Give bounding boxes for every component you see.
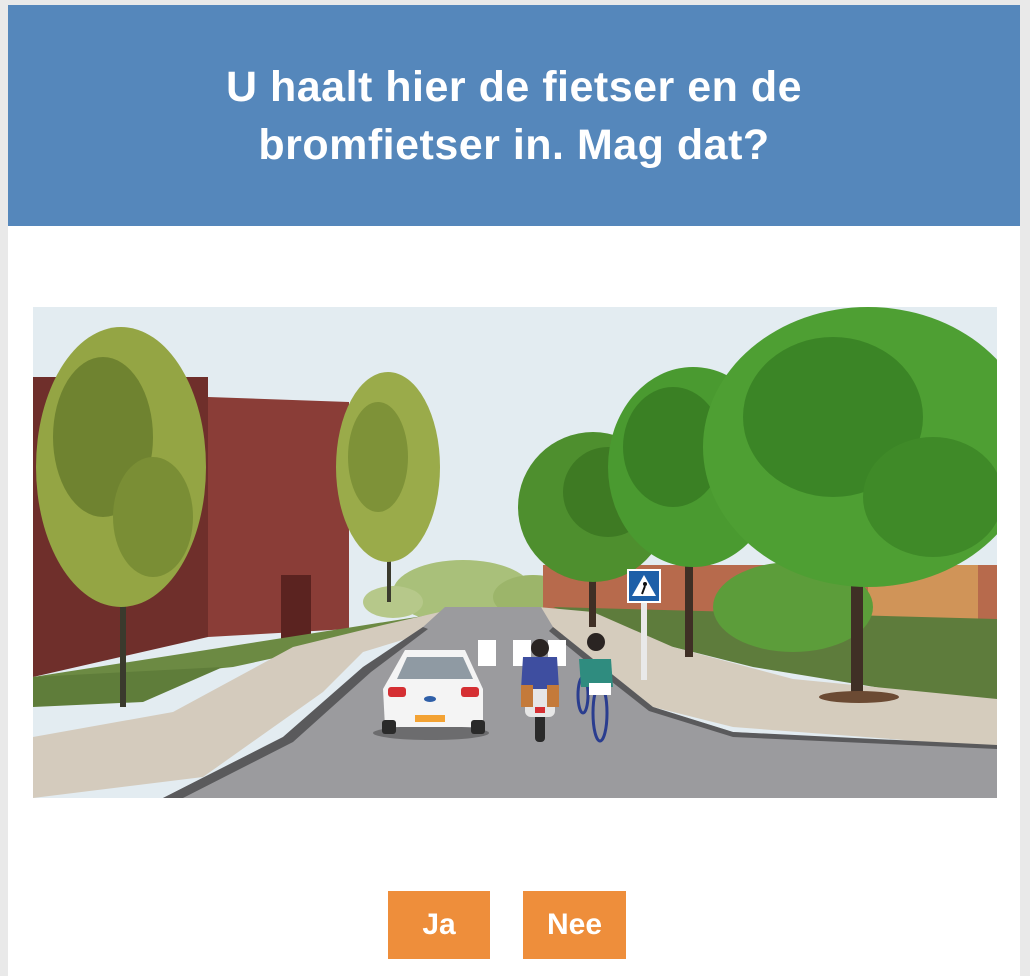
traffic-scene-image [33,307,997,798]
no-button[interactable]: Nee [523,891,626,959]
question-header: U haalt hier de fietser en de bromfietse… [8,5,1020,226]
answer-buttons: Ja Nee [8,891,1020,959]
question-card: U haalt hier de fietser en de bromfietse… [8,5,1020,976]
yes-button[interactable]: Ja [388,891,490,959]
question-text: U haalt hier de fietser en de bromfietse… [225,62,803,169]
pedestrian-crossing-sign-icon [627,569,661,603]
